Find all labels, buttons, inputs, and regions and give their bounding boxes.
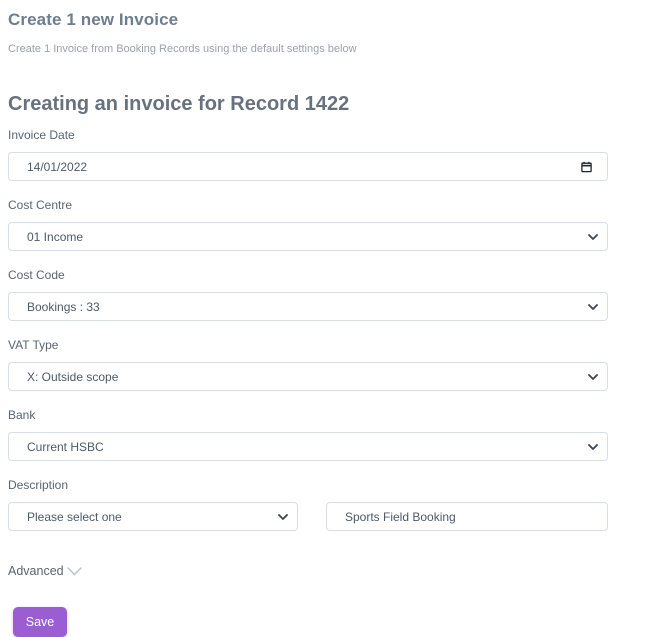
cost-centre-select[interactable]: 01 Income	[8, 222, 608, 251]
invoice-date-value: 14/01/2022	[27, 159, 88, 174]
advanced-label: Advanced	[8, 564, 64, 578]
page-title: Create 1 new Invoice	[8, 10, 179, 29]
description-select[interactable]: Please select one	[8, 502, 298, 531]
chevron-down-icon	[588, 373, 598, 380]
description-group: Description Please select one	[8, 479, 662, 531]
bank-select[interactable]: Current HSBC	[8, 432, 608, 461]
chevron-down-icon	[278, 513, 288, 520]
advanced-toggle[interactable]: Advanced	[8, 564, 82, 578]
invoice-date-input[interactable]: 14/01/2022	[8, 152, 608, 181]
vat-type-value: X: Outside scope	[27, 369, 119, 384]
chevron-down-icon	[66, 566, 82, 576]
invoice-date-label: Invoice Date	[8, 128, 75, 142]
bank-label: Bank	[8, 408, 36, 422]
description-row: Please select one	[8, 502, 662, 531]
invoice-date-group: Invoice Date 14/01/2022	[8, 129, 662, 181]
cost-centre-group: Cost Centre 01 Income	[8, 199, 662, 251]
vat-type-label: VAT Type	[8, 338, 59, 352]
cost-code-value: Bookings : 33	[27, 299, 100, 314]
chevron-down-icon	[588, 303, 598, 310]
section-heading: Creating an invoice for Record 1422	[8, 93, 350, 115]
invoice-form: Invoice Date 14/01/2022 Cost Centre 01 I…	[8, 129, 662, 637]
vat-type-select[interactable]: X: Outside scope	[8, 362, 608, 391]
cost-centre-label: Cost Centre	[8, 198, 73, 212]
vat-type-group: VAT Type X: Outside scope	[8, 339, 662, 391]
bank-group: Bank Current HSBC	[8, 409, 662, 461]
cost-centre-value: 01 Income	[27, 229, 84, 244]
cost-code-select[interactable]: Bookings : 33	[8, 292, 608, 321]
cost-code-label: Cost Code	[8, 268, 65, 282]
description-text-input[interactable]	[326, 502, 608, 531]
chevron-down-icon	[588, 443, 598, 450]
bank-value: Current HSBC	[27, 439, 104, 454]
description-select-value: Please select one	[27, 509, 122, 524]
page-subtitle: Create 1 Invoice from Booking Records us…	[8, 43, 357, 55]
cost-code-group: Cost Code Bookings : 33	[8, 269, 662, 321]
calendar-icon[interactable]	[580, 160, 593, 173]
save-button[interactable]: Save	[13, 607, 67, 637]
create-invoice-page: Create 1 new Invoice Create 1 Invoice fr…	[0, 0, 662, 637]
description-label: Description	[8, 478, 69, 492]
chevron-down-icon	[588, 233, 598, 240]
